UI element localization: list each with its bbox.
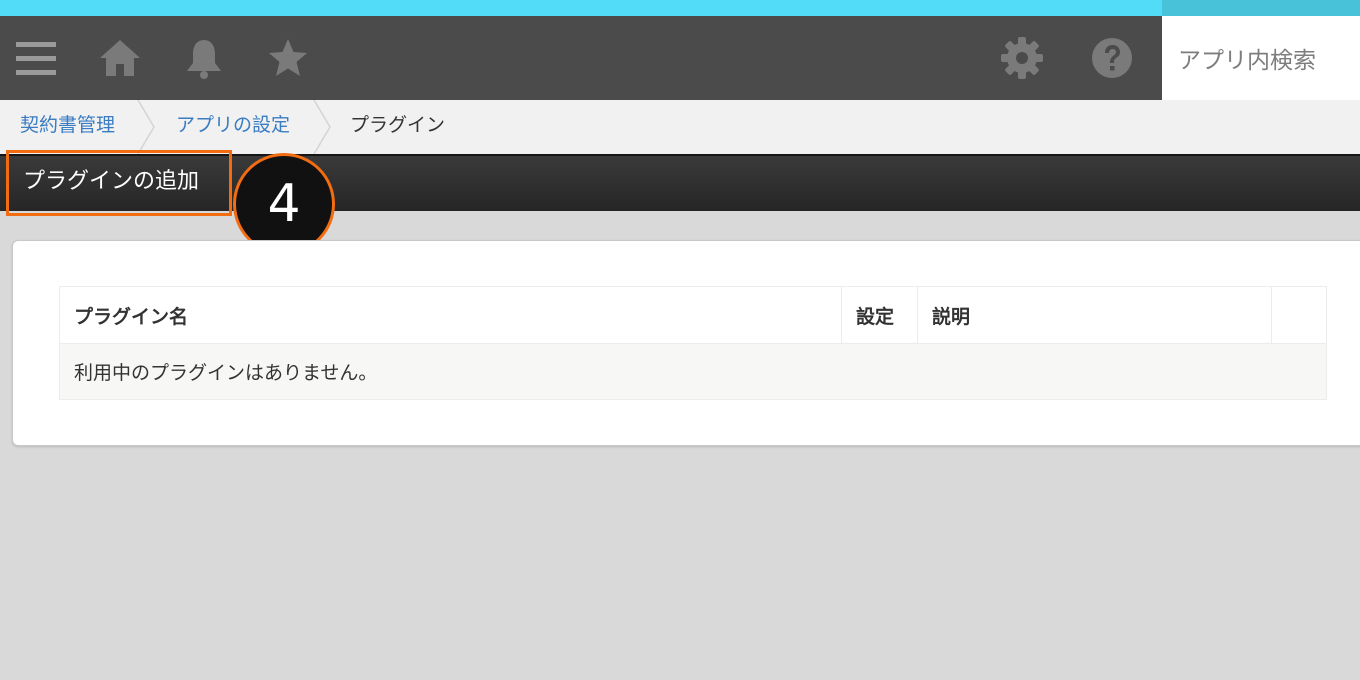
bell-icon[interactable] — [180, 16, 228, 100]
gear-icon[interactable] — [998, 16, 1046, 100]
add-plugin-button[interactable]: プラグインの追加 — [6, 150, 232, 216]
empty-message: 利用中のプラグインはありません。 — [59, 343, 1327, 400]
global-header — [0, 16, 1162, 100]
breadcrumb-separator-icon — [313, 100, 331, 154]
app-search-input[interactable]: アプリ内検索 — [1162, 16, 1360, 100]
menu-icon[interactable] — [10, 16, 62, 100]
help-icon[interactable] — [1088, 16, 1136, 100]
top-accent-strip — [0, 0, 1360, 16]
plugins-panel: プラグイン名 設定 説明 利用中のプラグインはありません。 — [12, 240, 1360, 446]
top-accent-strip-search — [1162, 0, 1360, 16]
breadcrumb-item-app[interactable]: 契約書管理 — [20, 100, 115, 154]
breadcrumb-item-app-settings[interactable]: アプリの設定 — [176, 100, 290, 154]
star-icon[interactable] — [264, 16, 312, 100]
breadcrumb-separator-icon — [137, 100, 155, 154]
column-header-description: 説明 — [917, 286, 1272, 344]
home-icon[interactable] — [96, 16, 144, 100]
table-row-empty: 利用中のプラグインはありません。 — [59, 343, 1327, 400]
breadcrumb-item-plugins: プラグイン — [350, 114, 446, 136]
app-search-placeholder: アプリ内検索 — [1178, 48, 1316, 74]
plugins-table: プラグイン名 設定 説明 利用中のプラグインはありません。 — [59, 286, 1327, 400]
breadcrumb: 契約書管理 アプリの設定 プラグイン — [0, 100, 1360, 154]
column-header-settings: 設定 — [841, 286, 918, 344]
column-header-actions — [1271, 286, 1327, 344]
column-header-plugin-name: プラグイン名 — [59, 286, 842, 344]
